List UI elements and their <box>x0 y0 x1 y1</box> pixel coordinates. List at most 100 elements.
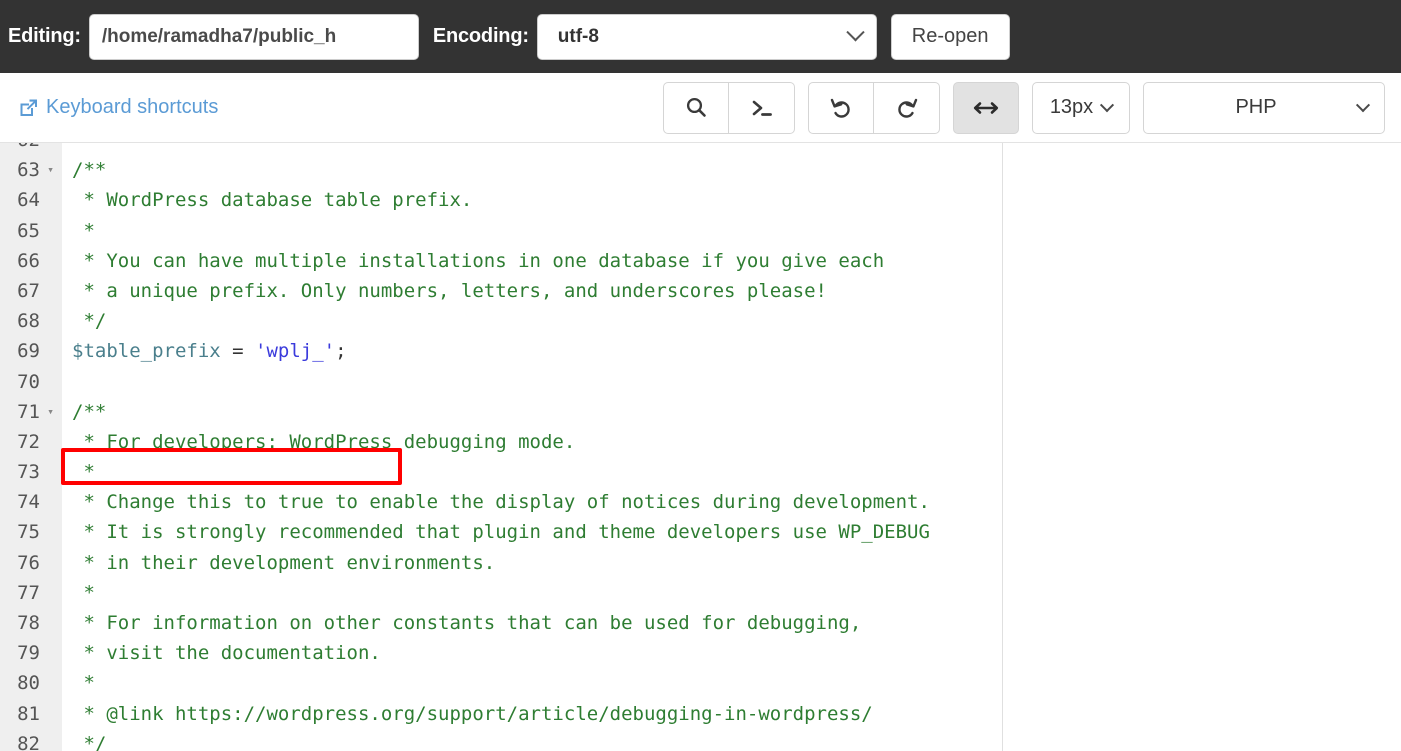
code-token: ; <box>335 340 347 363</box>
keyboard-shortcuts-label: Keyboard shortcuts <box>46 96 219 118</box>
code-line-text[interactable]: * It is strongly recommended that plugin… <box>62 517 1002 547</box>
code-line[interactable]: 69 $table_prefix = 'wplj_'; <box>0 336 1002 367</box>
code-token: 'wplj_' <box>255 340 336 363</box>
code-token: * in their development environments. <box>72 551 496 574</box>
undo-button[interactable] <box>808 81 874 134</box>
code-line-text[interactable]: /** <box>62 397 1002 427</box>
code-token: * <box>72 672 95 695</box>
word-wrap-icon <box>971 98 1001 118</box>
word-wrap-toggle[interactable] <box>953 81 1019 134</box>
code-line[interactable]: 80 * <box>0 668 1002 699</box>
code-line[interactable]: 62 <box>0 143 1002 156</box>
code-line[interactable]: 75 * It is strongly recommended that plu… <box>0 517 1002 548</box>
editing-label: Editing: <box>8 25 81 47</box>
code-line[interactable]: 76 * in their development environments. <box>0 547 1002 578</box>
code-line-text[interactable]: * WordPress database table prefix. <box>62 185 1002 215</box>
code-line[interactable]: 71 ▾ /** <box>0 396 1002 427</box>
code-line[interactable]: 65 * <box>0 215 1002 246</box>
code-line[interactable]: 82 */ <box>0 728 1002 751</box>
code-editor-pane[interactable]: 6263▾ /** 64 * WordPress database table pr… <box>0 143 1003 751</box>
file-path-value: /home/ramadha7/public_h <box>101 25 337 47</box>
code-line-text[interactable]: */ <box>62 306 1002 336</box>
font-size-select[interactable]: 13px <box>1032 81 1130 134</box>
line-number: 75 <box>0 517 62 548</box>
chevron-down-icon <box>1355 97 1371 112</box>
fold-toggle-icon[interactable]: ▾ <box>44 155 57 185</box>
code-line[interactable]: 70 <box>0 366 1002 397</box>
code-line[interactable]: 77 * <box>0 577 1002 608</box>
encoding-select[interactable]: utf-8 <box>536 13 877 60</box>
code-line[interactable]: 79 * visit the documentation. <box>0 638 1002 669</box>
line-number: 71 ▾ <box>0 396 62 427</box>
code-line-text[interactable]: * <box>62 668 1002 698</box>
code-line-text[interactable]: * You can have multiple installations in… <box>62 246 1002 276</box>
code-line-text[interactable]: /** <box>62 155 1002 185</box>
line-number: 76 <box>0 547 62 578</box>
code-line[interactable]: 72 * For developers: WordPress debugging… <box>0 426 1002 458</box>
language-select[interactable]: PHP <box>1143 81 1385 134</box>
redo-button[interactable] <box>874 81 940 134</box>
chevron-down-icon <box>1100 97 1115 112</box>
chevron-down-icon <box>846 23 865 42</box>
code-token: /** <box>72 400 107 423</box>
code-line-text[interactable]: * <box>62 578 1002 608</box>
code-line[interactable]: 68 */ <box>0 306 1002 337</box>
redo-icon <box>894 95 920 121</box>
file-path-input[interactable]: /home/ramadha7/public_h <box>88 13 419 60</box>
line-number: 79 <box>0 638 62 669</box>
editor-topbar: Editing: /home/ramadha7/public_h Encodin… <box>0 0 1401 73</box>
line-number: 64 <box>0 185 62 216</box>
code-line[interactable]: 81 * @link https://wordpress.org/support… <box>0 698 1002 729</box>
toolbar-actions: 13px PHP <box>663 81 1401 134</box>
line-number: 66 <box>0 245 62 276</box>
code-line[interactable]: 74 * Change this to true to enable the d… <box>0 487 1002 518</box>
language-value: PHP <box>1235 96 1277 118</box>
editor-toolbar: Keyboard shortcuts 13px PHP <box>0 73 1401 142</box>
line-number: 82 <box>0 728 62 751</box>
go-to-line-button[interactable] <box>729 81 795 134</box>
code-line[interactable]: 63 ▾ /** <box>0 155 1002 186</box>
code-line[interactable]: 66 * You can have multiple installations… <box>0 245 1002 276</box>
code-line[interactable]: 73 * <box>0 457 1002 488</box>
code-token: */ <box>72 310 107 333</box>
keyboard-shortcuts-link[interactable]: Keyboard shortcuts <box>18 96 218 119</box>
fold-toggle-icon[interactable]: ▾ <box>44 397 57 427</box>
undo-icon <box>828 95 854 121</box>
code-line-text[interactable] <box>62 367 1002 397</box>
code-editor[interactable]: 6263▾ /** 64 * WordPress database table pr… <box>0 142 1401 751</box>
code-line[interactable]: 78 * For information on other constants … <box>0 608 1002 639</box>
code-line-text[interactable] <box>62 143 1002 155</box>
code-line-text[interactable]: * Change this to true to enable the disp… <box>62 487 1002 517</box>
line-number: 67 <box>0 275 62 307</box>
code-line[interactable]: 64 * WordPress database table prefix. <box>0 185 1002 216</box>
encoding-label: Encoding: <box>432 25 529 47</box>
code-line-text[interactable]: * For developers: WordPress debugging mo… <box>62 427 1002 457</box>
line-number: 65 <box>0 215 62 246</box>
line-number: 72 <box>0 426 62 458</box>
search-button[interactable] <box>663 81 729 134</box>
code-line[interactable]: 67 * a unique prefix. Only numbers, lett… <box>0 275 1002 307</box>
line-number: 70 <box>0 366 62 397</box>
code-line-text[interactable]: */ <box>62 729 1002 751</box>
search-icon <box>684 95 709 120</box>
find-group <box>663 81 795 134</box>
code-line-text[interactable]: * @link https://wordpress.org/support/ar… <box>62 699 1002 729</box>
code-token: * <box>72 219 95 242</box>
code-line-text[interactable]: * a unique prefix. Only numbers, letters… <box>62 276 1002 306</box>
reopen-button[interactable]: Re-open <box>890 13 1010 60</box>
code-line-text[interactable]: * <box>62 216 1002 246</box>
line-number: 73 <box>0 457 62 488</box>
code-token: * visit the documentation. <box>72 642 381 665</box>
code-line-text[interactable]: $table_prefix = 'wplj_'; <box>62 336 1002 366</box>
code-token: * For information on other constants tha… <box>72 612 862 634</box>
terminal-icon <box>749 96 775 120</box>
font-size-value: 13px <box>1049 96 1094 118</box>
line-number: 62 <box>0 143 62 156</box>
code-line-text[interactable]: * <box>62 457 1002 487</box>
line-number: 81 <box>0 698 62 729</box>
line-number: 74 <box>0 487 62 518</box>
code-line-text[interactable]: * in their development environments. <box>62 548 1002 578</box>
encoding-value: utf-8 <box>557 25 599 47</box>
code-line-text[interactable]: * visit the documentation. <box>62 638 1002 668</box>
code-line-text[interactable]: * For information on other constants tha… <box>62 608 1002 638</box>
